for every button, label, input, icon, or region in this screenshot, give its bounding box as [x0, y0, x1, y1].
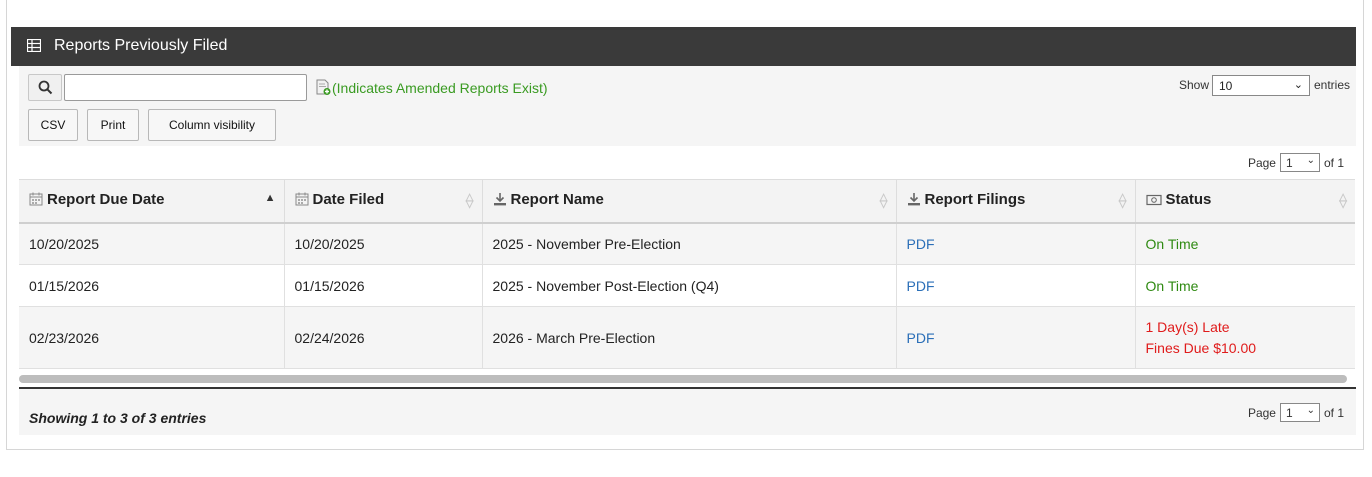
- calendar-icon: [29, 192, 43, 210]
- csv-button[interactable]: CSV: [28, 109, 78, 141]
- table-row: 10/20/2025 10/20/2025 2025 - November Pr…: [19, 222, 1355, 265]
- date-filed-cell: 01/15/2026: [284, 264, 483, 307]
- column-label: Report Due Date: [47, 191, 165, 209]
- sort-both-icon: △ ▽: [879, 192, 888, 210]
- column-label: Report Name: [510, 191, 604, 209]
- page-of-label: of 1: [1323, 405, 1344, 420]
- search-input[interactable]: [64, 74, 307, 101]
- pdf-link[interactable]: PDF: [907, 278, 935, 294]
- panel-header: Reports Previously Filed: [11, 27, 1356, 66]
- column-header-report-filings[interactable]: Report Filings △ ▽: [896, 179, 1136, 224]
- column-header-date-filed[interactable]: Date Filed △ ▽: [284, 179, 483, 224]
- amended-reports-note: (Indicates Amended Reports Exist): [332, 80, 548, 96]
- chevron-down-icon: ⌄: [1306, 405, 1315, 416]
- column-label: Date Filed: [312, 191, 385, 209]
- download-icon: [493, 192, 507, 210]
- pagination-top: Page 1 ⌄ of 1: [1248, 153, 1344, 172]
- pdf-link[interactable]: PDF: [907, 236, 935, 252]
- report-due-date-cell: 02/23/2026: [19, 306, 285, 369]
- column-header-report-due-date[interactable]: Report Due Date ▲: [19, 179, 285, 224]
- entries-per-page-select[interactable]: 10 ⌄: [1212, 75, 1310, 96]
- showing-entries-info: Showing 1 to 3 of 3 entries: [29, 410, 207, 426]
- status-late-text: 1 Day(s) Late: [1145, 318, 1230, 335]
- column-header-status[interactable]: Status △ ▽: [1135, 179, 1355, 224]
- status-fines-text: Fines Due $10.00: [1145, 339, 1257, 356]
- print-button[interactable]: Print: [87, 109, 139, 141]
- date-filed-cell: 02/24/2026: [284, 306, 483, 369]
- sort-both-icon: △ ▽: [465, 192, 474, 210]
- money-icon: [1145, 193, 1162, 210]
- column-header-report-name[interactable]: Report Name △ ▽: [482, 179, 897, 224]
- status-text: On Time: [1145, 277, 1199, 294]
- calendar-icon: [295, 192, 309, 210]
- report-name-cell: 2026 - March Pre-Election: [482, 306, 897, 369]
- pdf-link[interactable]: PDF: [907, 330, 935, 346]
- page-label: Page: [1247, 155, 1276, 170]
- entries-per-page-value: 10: [1219, 79, 1233, 93]
- page-select[interactable]: 1 ⌄: [1279, 153, 1320, 172]
- report-name-cell: 2025 - November Pre-Election: [482, 222, 897, 265]
- report-due-date-cell: 10/20/2025: [19, 222, 285, 265]
- table-grid-icon: [26, 38, 42, 57]
- reports-table: Report Due Date ▲ Date Filed △ ▽ Report N…: [19, 179, 1355, 369]
- page-of-label: of 1: [1323, 155, 1344, 170]
- sort-both-icon: △ ▽: [1339, 192, 1347, 210]
- report-due-date-cell: 01/15/2026: [19, 264, 285, 307]
- report-name-cell: 2025 - November Post-Election (Q4): [482, 264, 897, 307]
- search-icon: [38, 80, 53, 95]
- table-row: 02/23/2026 02/24/2026 2026 - March Pre-E…: [19, 306, 1355, 369]
- status-text: On Time: [1145, 235, 1199, 252]
- sort-both-icon: △ ▽: [1118, 192, 1127, 210]
- sort-ascending-icon: ▲: [264, 192, 276, 204]
- column-label: Status: [1165, 191, 1212, 209]
- chevron-down-icon: ⌄: [1293, 79, 1303, 91]
- table-row: 01/15/2026 01/15/2026 2025 - November Po…: [19, 264, 1355, 307]
- page-label: Page: [1247, 405, 1276, 420]
- page-select-value: 1: [1285, 156, 1293, 170]
- download-icon: [907, 192, 921, 210]
- table-footer: [19, 387, 1356, 435]
- date-filed-cell: 10/20/2025: [284, 222, 483, 265]
- show-label: Show: [1179, 78, 1210, 92]
- chevron-down-icon: ⌄: [1306, 155, 1315, 166]
- pagination-bottom: Page 1 ⌄ of 1: [1248, 403, 1344, 422]
- panel-title: Reports Previously Filed: [54, 37, 228, 54]
- page-select-value: 1: [1285, 406, 1293, 420]
- amended-document-icon: [316, 79, 331, 101]
- entries-label: entries: [1314, 78, 1351, 92]
- column-label: Report Filings: [924, 191, 1026, 209]
- search-button[interactable]: [28, 74, 62, 101]
- page-select[interactable]: 1 ⌄: [1279, 403, 1320, 422]
- table-header-row: Report Due Date ▲ Date Filed △ ▽ Report N…: [19, 179, 1355, 224]
- column-visibility-button[interactable]: Column visibility: [148, 109, 276, 141]
- horizontal-scrollbar[interactable]: [19, 375, 1347, 383]
